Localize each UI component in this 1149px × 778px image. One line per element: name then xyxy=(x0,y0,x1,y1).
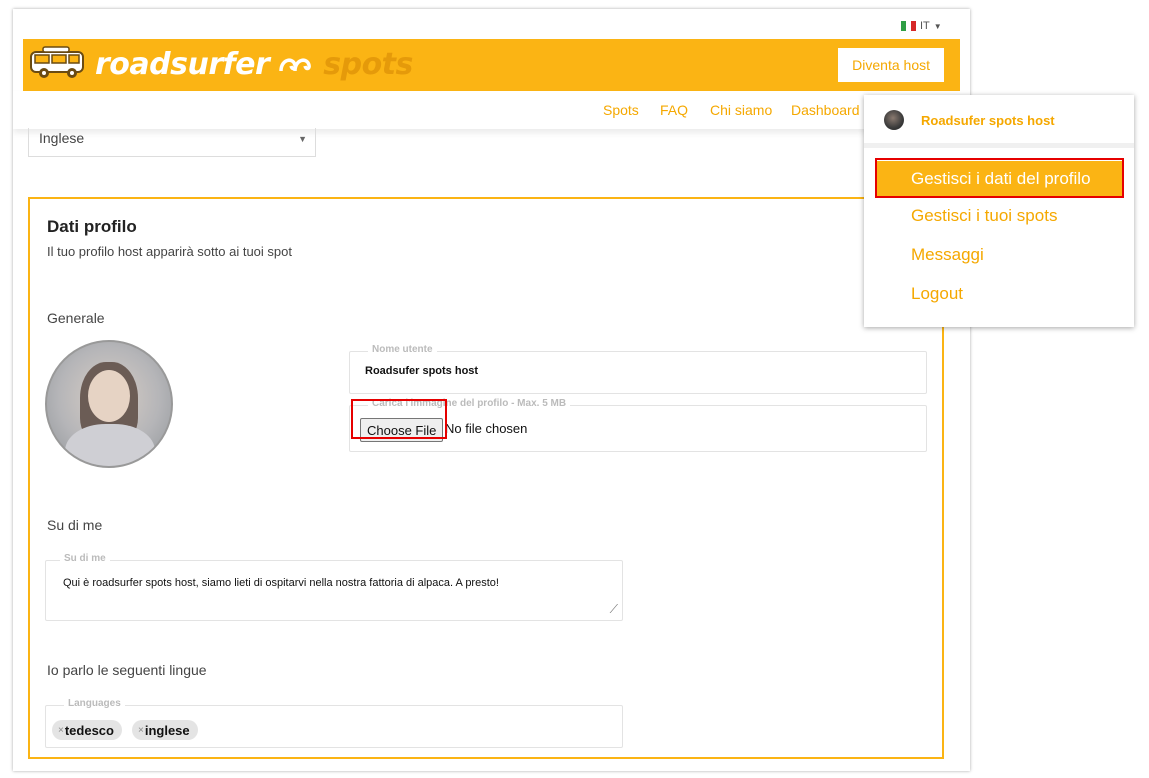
browser-page: IT ▼ roadsurfer spots Diventa host Spots… xyxy=(13,9,970,771)
menu-item-messages[interactable]: Messaggi xyxy=(876,237,1124,273)
chip-label: inglese xyxy=(144,722,190,738)
about-textarea[interactable]: Su di me Qui è roadsurfer spots host, si… xyxy=(45,553,623,621)
italy-flag-icon xyxy=(901,21,916,31)
menu-item-manage-spots[interactable]: Gestisci i tuoi spots xyxy=(876,198,1124,234)
brand-spots: spots xyxy=(323,46,413,82)
language-code: IT xyxy=(920,20,930,32)
about-text: Qui è roadsurfer spots host, siamo lieti… xyxy=(63,577,499,589)
languages-label: Io parlo le seguenti lingue xyxy=(47,662,207,678)
username-field[interactable]: Nome utente Roadsufer spots host xyxy=(349,344,927,394)
username-value: Roadsufer spots host xyxy=(365,365,479,377)
brand-name: roadsurfer xyxy=(95,46,270,82)
profile-avatar xyxy=(45,340,173,468)
language-select[interactable]: Inglese ▼ xyxy=(28,128,316,157)
wave-logo-icon xyxy=(279,58,312,72)
nav-dashboard[interactable]: Dashboard xyxy=(791,102,860,118)
nav-faq[interactable]: FAQ xyxy=(660,102,688,118)
profile-menu-highlight xyxy=(875,158,1124,198)
about-label: Su di me xyxy=(47,517,103,533)
general-label: Generale xyxy=(47,310,105,326)
profile-subtitle: Il tuo profilo host apparirà sotto ai tu… xyxy=(47,244,292,259)
user-avatar xyxy=(884,110,904,130)
nav-spots[interactable]: Spots xyxy=(603,102,639,118)
nav-about[interactable]: Chi siamo xyxy=(710,102,772,118)
remove-chip-icon[interactable]: × xyxy=(58,725,64,736)
header-banner: roadsurfer spots Diventa host xyxy=(23,39,960,91)
chip-label: tedesco xyxy=(64,722,114,738)
about-legend: Su di me xyxy=(60,553,110,564)
chevron-down-icon: ▼ xyxy=(298,134,307,144)
top-navigation: Spots FAQ Chi siamo Dashboard xyxy=(13,91,970,129)
languages-field[interactable]: Languages × tedesco × inglese xyxy=(45,698,623,748)
user-dropdown-menu: Roadsufer spots host Gestisci i dati del… xyxy=(864,95,1134,327)
van-logo-icon xyxy=(30,46,84,78)
choose-file-highlight xyxy=(351,399,447,439)
profile-title: Dati profilo xyxy=(47,217,137,236)
language-chip[interactable]: × inglese xyxy=(132,720,198,740)
caret-down-icon: ▼ xyxy=(933,21,942,31)
resize-handle-icon[interactable]: ⟋ xyxy=(610,602,618,617)
dropdown-header: Roadsufer spots host xyxy=(864,95,1134,148)
languages-legend: Languages xyxy=(64,698,125,709)
brand-logo[interactable]: roadsurfer spots xyxy=(29,46,413,82)
language-chip[interactable]: × tedesco xyxy=(52,720,122,740)
no-file-text: No file chosen xyxy=(445,421,528,436)
profile-card: Dati profilo Il tuo profilo host apparir… xyxy=(28,197,944,759)
remove-chip-icon[interactable]: × xyxy=(138,725,144,736)
dropdown-user-name: Roadsufer spots host xyxy=(921,113,1055,128)
menu-item-logout[interactable]: Logout xyxy=(876,276,1124,312)
become-host-button[interactable]: Diventa host xyxy=(838,48,944,82)
username-legend: Nome utente xyxy=(368,344,437,355)
language-select-value: Inglese xyxy=(39,130,85,146)
language-switcher[interactable]: IT ▼ xyxy=(901,20,942,32)
